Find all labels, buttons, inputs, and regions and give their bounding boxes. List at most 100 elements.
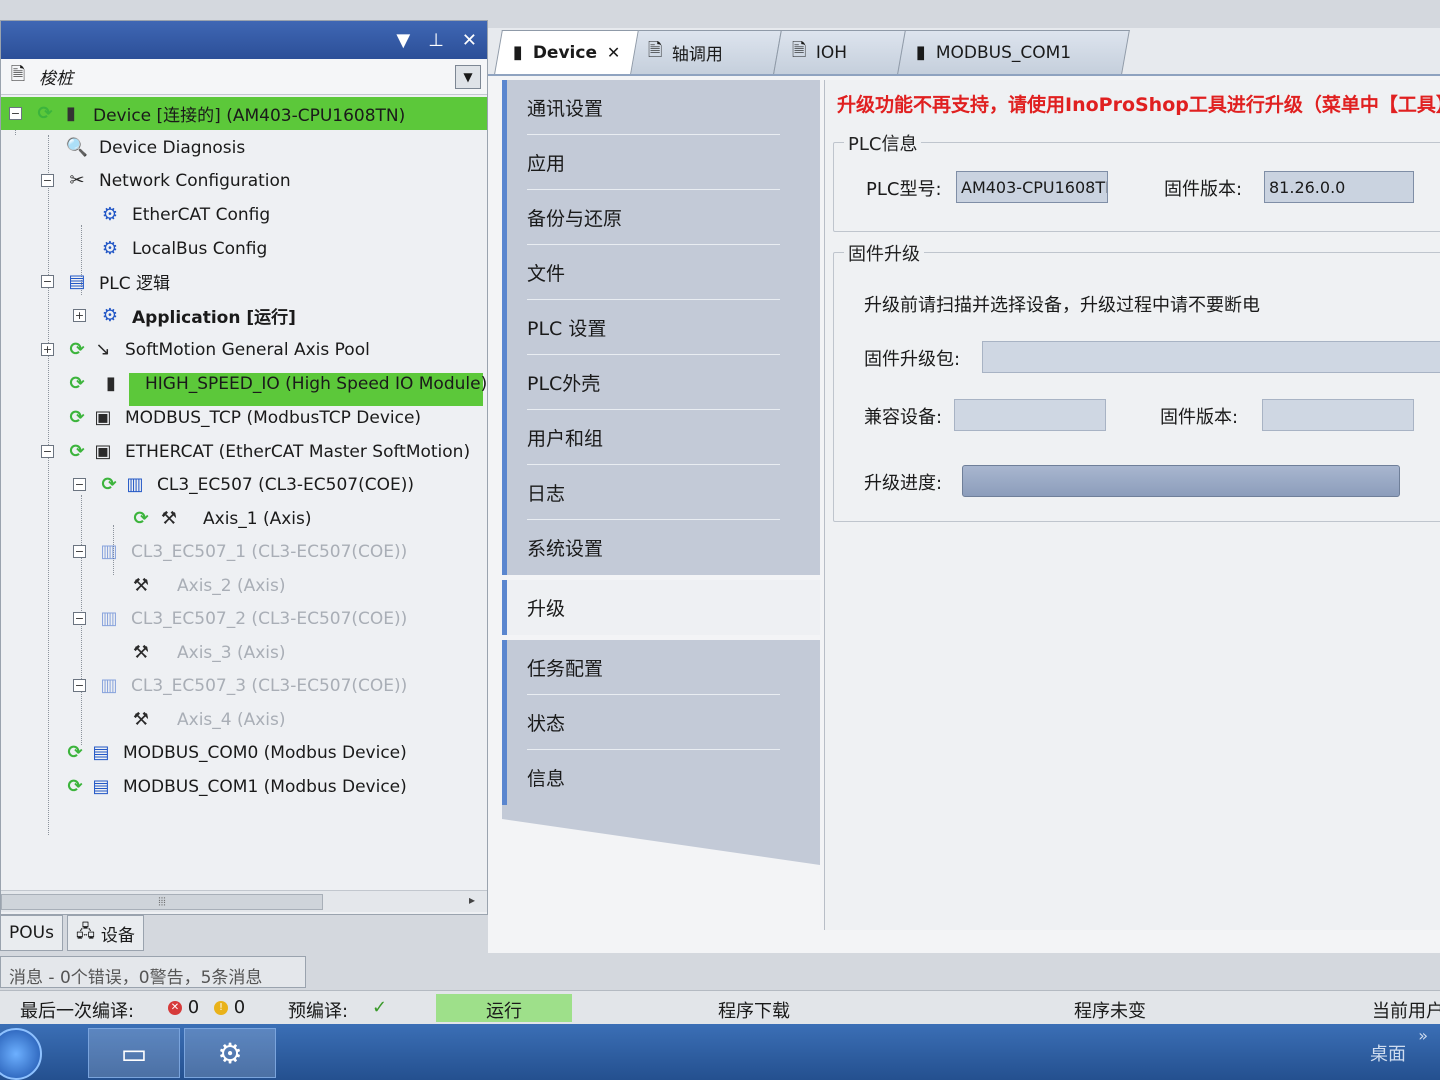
precompile-label: 预编译: — [288, 1001, 349, 1022]
device-tree-panel: ▼ ⊥ ✕ 🗎 梭桩 ▼ − ⟳ ▮ Device [连接的] (AM403-C… — [0, 20, 488, 915]
nav-task-config[interactable]: 任务配置 — [502, 640, 820, 695]
warning-count: ! 0 — [214, 997, 245, 1018]
inoproshop-app-icon[interactable]: ⚙ — [184, 1028, 276, 1078]
tree-item-ethercat-master[interactable]: − ⟳ ▣ ETHERCAT (EtherCAT Master SoftMoti… — [1, 435, 487, 468]
network-config-icon: ✂ — [69, 170, 85, 191]
panel-dropdown-icon[interactable]: ▼ — [396, 30, 410, 51]
drive-icon: ▥ — [126, 474, 144, 495]
tree-item-network-configuration[interactable]: − ✂ Network Configuration — [1, 164, 487, 197]
collapse-toggle[interactable]: − — [73, 679, 86, 692]
nav-communication-settings[interactable]: 通讯设置 — [502, 80, 820, 135]
tree-item-cl3-ec507[interactable]: − ⟳ ▥ CL3_EC507 (CL3-EC507(COE)) — [1, 468, 487, 501]
nav-log[interactable]: 日志 — [502, 465, 820, 520]
tab-modbus-com1[interactable]: ▮ MODBUS_COM1 — [896, 30, 1130, 74]
axis-icon: ⚒ — [132, 575, 150, 596]
nav-label: 升级 — [527, 598, 566, 620]
tree-item-label: SoftMotion General Axis Pool — [125, 339, 370, 360]
ethercat-config-icon: ⚙ — [101, 204, 119, 225]
tree-item-ethercat-config[interactable]: ⚙ EtherCAT Config — [1, 198, 487, 231]
nav-backup-restore[interactable]: 备份与还原 — [502, 190, 820, 245]
status-ok-icon: ⟳ — [67, 776, 83, 797]
messages-summary[interactable]: 消息 - 0个错误，0警告，5条消息 — [0, 956, 306, 988]
tree-item-label: ETHERCAT (EtherCAT Master SoftMotion) — [125, 441, 471, 462]
tree-item-axis-2[interactable]: ⚒ Axis_2 (Axis) — [1, 569, 487, 602]
nav-applications[interactable]: 应用 — [502, 135, 820, 190]
tree-item-cl3-ec507-3[interactable]: − ▥ CL3_EC507_3 (CL3-EC507(COE)) — [1, 669, 487, 702]
nav-plc-shell[interactable]: PLC外壳 — [502, 355, 820, 410]
tree-item-modbus-tcp[interactable]: ⟳ ▣ MODBUS_TCP (ModbusTCP Device) — [1, 401, 487, 434]
firmware-package-field[interactable] — [982, 341, 1440, 373]
drive-icon: ▥ — [100, 541, 118, 562]
tree-item-cl3-ec507-1[interactable]: − ▥ CL3_EC507_1 (CL3-EC507(COE)) — [1, 535, 487, 568]
nav-system-settings[interactable]: 系统设置 — [502, 520, 820, 575]
tree-item-localbus-config[interactable]: ⚙ LocalBus Config — [1, 232, 487, 265]
firmware-upgrade-group: 固件升级 升级前请扫描并选择设备，升级过程中请不要断电 固件升级包: 兼容设备:… — [833, 240, 1440, 522]
tree-item-axis-1[interactable]: ⟳ ⚒ Axis_1 (Axis) — [1, 502, 487, 535]
collapse-toggle[interactable]: − — [41, 275, 54, 288]
desktop-label[interactable]: 桌面 — [1370, 1040, 1406, 1066]
devices-tab-icon: 🖧 — [75, 921, 95, 942]
modbus-tcp-icon: ▣ — [94, 407, 112, 428]
modbus-com-icon: ▤ — [92, 742, 110, 763]
axis-icon: ⚒ — [132, 709, 150, 730]
tree-item-label: CL3_EC507_2 (CL3-EC507(COE)) — [131, 608, 408, 629]
plc-info-legend: PLC信息 — [844, 130, 922, 156]
nav-users-groups[interactable]: 用户和组 — [502, 410, 820, 465]
tree-item-axis-4[interactable]: ⚒ Axis_4 (Axis) — [1, 703, 487, 736]
tree-item-label: Application [运行] — [132, 308, 296, 328]
tree-horizontal-scrollbar[interactable]: ⦙⦙⦙ ▸ — [1, 890, 487, 912]
precompile-ok-icon: ✓ — [372, 997, 388, 1018]
toolbar-dropdown-button[interactable]: ▼ — [455, 64, 481, 89]
tree-item-label: PLC 逻辑 — [99, 274, 170, 294]
expand-toggle[interactable]: + — [73, 309, 86, 322]
tree-item-plc-logic[interactable]: − ▤ PLC 逻辑 — [1, 265, 487, 298]
tab-axis-call[interactable]: 🗎 轴调用 — [629, 30, 783, 74]
expand-toggle[interactable]: + — [41, 343, 54, 356]
tree-item-axis-pool[interactable]: + ⟳ ↘ SoftMotion General Axis Pool — [1, 333, 487, 366]
modbus-com-icon: ▤ — [92, 776, 110, 797]
tree-item-device-diagnosis[interactable]: 🔍 Device Diagnosis — [1, 131, 487, 164]
upgrade-content: 升级功能不再支持，请使用InoProShop工具进行升级（菜单中【工具】- PL… — [824, 80, 1440, 930]
tab-label: IOH — [816, 42, 848, 63]
collapse-toggle[interactable]: − — [73, 612, 86, 625]
upgrade-firmware-version-label: 固件版本: — [1160, 407, 1239, 428]
windows-taskbar: ▭ ⚙ 桌面 » — [0, 1024, 1440, 1080]
tab-pous[interactable]: POUs — [0, 915, 63, 951]
scroll-right-arrow-icon[interactable]: ▸ — [469, 893, 475, 907]
nav-files[interactable]: 文件 — [502, 245, 820, 300]
tab-device[interactable]: ▮ Device ✕ — [494, 30, 640, 74]
tree-item-cl3-ec507-2[interactable]: − ▥ CL3_EC507_2 (CL3-EC507(COE)) — [1, 602, 487, 635]
scrollbar-thumb[interactable]: ⦙⦙⦙ — [1, 894, 323, 910]
panel-pin-icon[interactable]: ⊥ — [428, 30, 444, 51]
collapse-toggle[interactable]: − — [73, 545, 86, 558]
collapse-toggle[interactable]: − — [9, 107, 22, 120]
tab-devices[interactable]: 🖧 设备 — [66, 915, 144, 951]
tree-item-high-speed-io[interactable]: ⟳ ▮ HIGH_SPEED_IO (High Speed IO Module) — [1, 367, 487, 400]
collapse-toggle[interactable]: − — [41, 174, 54, 187]
file-explorer-icon[interactable]: ▭ — [88, 1028, 180, 1078]
nav-information[interactable]: 信息 — [502, 750, 820, 805]
tab-ioh[interactable]: 🗎 IOH — [773, 30, 907, 74]
tree-item-label: MODBUS_TCP (ModbusTCP Device) — [125, 407, 422, 428]
tree-item-label: CL3_EC507_1 (CL3-EC507(COE)) — [131, 541, 408, 562]
nav-plc-settings[interactable]: PLC 设置 — [502, 300, 820, 355]
tree-item-label: Device [连接的] (AM403-CPU1608TN) — [93, 106, 406, 126]
collapse-toggle[interactable]: − — [41, 445, 54, 458]
tree-item-device[interactable]: − ⟳ ▮ Device [连接的] (AM403-CPU1608TN) — [1, 97, 487, 130]
nav-upgrade[interactable]: 升级 — [502, 580, 820, 635]
tree-item-application[interactable]: + ⚙ Application [运行] — [1, 299, 487, 332]
tray-chevron-icon[interactable]: » — [1418, 1026, 1428, 1045]
close-tab-icon[interactable]: ✕ — [607, 43, 620, 62]
start-button[interactable] — [0, 1028, 42, 1080]
collapse-toggle[interactable]: − — [73, 478, 86, 491]
firmware-version-field: 81.26.0.0 — [1264, 171, 1414, 203]
nav-status[interactable]: 状态 — [502, 695, 820, 750]
error-count-value: 0 — [187, 997, 200, 1018]
status-ok-icon: ⟳ — [69, 339, 85, 360]
tree-item-axis-3[interactable]: ⚒ Axis_3 (Axis) — [1, 636, 487, 669]
tree-item-modbus-com1[interactable]: ⟳ ▤ MODBUS_COM1 (Modbus Device) — [1, 770, 487, 803]
tree-item-modbus-com0[interactable]: ⟳ ▤ MODBUS_COM0 (Modbus Device) — [1, 736, 487, 769]
document-tab-icon: 🗎 — [791, 39, 807, 61]
panel-close-icon[interactable]: ✕ — [462, 30, 477, 51]
drive-icon: ▥ — [100, 608, 118, 629]
